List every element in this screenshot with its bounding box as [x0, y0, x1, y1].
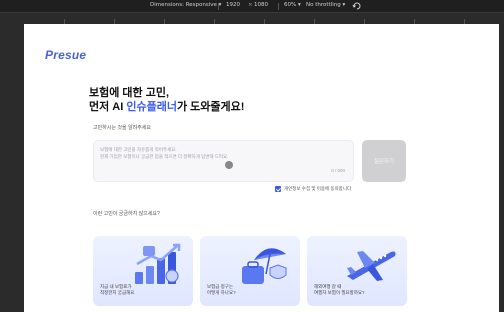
consent-checkbox[interactable] [275, 186, 281, 192]
times-symbol: × [248, 2, 253, 8]
toolbar-divider [218, 3, 219, 10]
question-placeholder: 보험에 대한 고민을 자유롭게 적어주세요. 현재 가입한 보험이나 궁금한 점… [100, 147, 229, 159]
throttling-dropdown[interactable]: No throttling ▾ [306, 2, 345, 8]
example-card-text: 지금 내 보험료가 적정한지 궁금해요 [100, 284, 135, 295]
consent-row[interactable]: 개인정보 수집 및 이용에 동의합니다 [275, 186, 351, 192]
example-card-premium[interactable]: 지금 내 보험료가 적정한지 궁금해요 [93, 236, 193, 306]
submit-question-button[interactable]: 질문하기 [362, 140, 406, 182]
hero-headline: 보험에 대한 고민, 먼저 AI 인슈플래너가 도와줄게요! [89, 87, 244, 114]
example-card-text: 보험금 청구는 어떻게 하나요? [207, 284, 236, 295]
character-counter: 0 / 500 [331, 168, 345, 173]
chart-growth-icon [135, 243, 181, 284]
hero-line-1: 보험에 대한 고민, [89, 87, 170, 99]
dimensions-dropdown[interactable]: Dimensions: Responsive ▾ [150, 2, 221, 8]
question-textarea[interactable]: 보험에 대한 고민을 자유롭게 적어주세요. 현재 가입한 보험이나 궁금한 점… [93, 140, 354, 182]
examples-label: 이런 고민이 궁금하지 않으세요? [93, 211, 160, 217]
umbrella-bag-icon [242, 248, 287, 284]
viewport-ruler [24, 13, 499, 24]
example-card-travel[interactable]: 해외여행 갈 때 여행자 보험이 필요할까요? [307, 236, 407, 306]
airplane-icon [347, 251, 396, 281]
hero-accent-text: 인슈플래너 [126, 100, 177, 113]
page-viewport: Presue 보험에 대한 고민, 먼저 AI 인슈플래너가 도와줄게요! 고민… [24, 24, 499, 312]
question-label: 고민하시는 것을 알려주세요 [93, 125, 151, 131]
consent-text: 개인정보 수집 및 이용에 동의합니다 [284, 186, 352, 191]
devtools-toolbar: Dimensions: Responsive ▾ 1920 × 1080 60%… [0, 0, 504, 13]
rotate-icon[interactable] [352, 1, 362, 11]
mouse-cursor [225, 161, 233, 169]
zoom-dropdown[interactable]: 60% ▾ [284, 2, 301, 8]
height-input[interactable]: 1080 [254, 2, 268, 8]
hero-line-2-suffix: 가 도와줄게요! [176, 100, 245, 113]
hero-line-2-prefix: 먼저 AI [89, 100, 127, 113]
example-card-text: 해외여행 갈 때 여행자 보험이 필요할까요? [314, 284, 365, 295]
width-input[interactable]: 1920 [226, 2, 240, 8]
hero-line-2: 먼저 AI 인슈플래너가 도와줄게요! [89, 101, 244, 115]
example-card-claim[interactable]: 보험금 청구는 어떻게 하나요? [200, 236, 300, 306]
toolbar-divider [278, 3, 279, 10]
brand-logo[interactable]: Presue [45, 48, 86, 62]
